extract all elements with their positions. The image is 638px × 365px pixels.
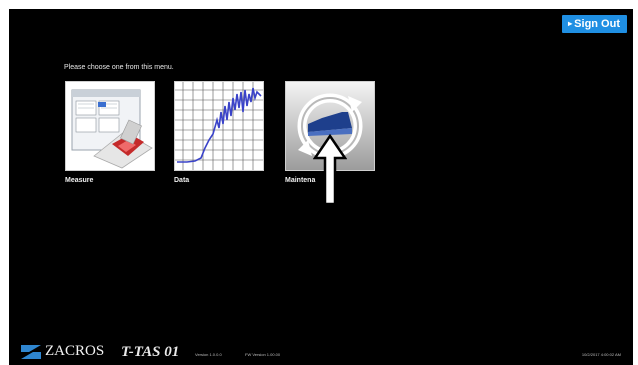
- sign-out-label: Sign Out: [574, 18, 620, 30]
- menu-prompt: Please choose one from this menu.: [64, 64, 174, 71]
- measure-icon: [65, 81, 155, 171]
- sign-out-button[interactable]: ▸ Sign Out: [562, 15, 627, 33]
- main-screen: ▸ Sign Out Please choose one from this me…: [9, 9, 633, 365]
- datetime-text: 10/2/2017 4:00:02 AM: [581, 352, 621, 357]
- footer: ZACROS T-TAS 01 Version 1.0.0.0 FW Versi…: [9, 339, 633, 365]
- data-label: Data: [174, 177, 190, 184]
- measure-label: Measure: [65, 177, 94, 184]
- pointer-arrow-icon: [313, 134, 347, 206]
- data-tile[interactable]: Data: [174, 81, 264, 184]
- product-logo: T-TAS 01: [121, 344, 180, 360]
- fw-version-text: FW Version 1.00.00: [245, 352, 281, 357]
- zacros-logo-icon: [21, 345, 41, 359]
- brand-name: ZACROS: [45, 343, 105, 359]
- version-text: Version 1.0.0.0: [195, 352, 222, 357]
- data-chart-icon: [174, 81, 264, 171]
- sign-out-arrow-icon: ▸: [568, 19, 573, 28]
- measure-tile[interactable]: Measure: [65, 81, 155, 184]
